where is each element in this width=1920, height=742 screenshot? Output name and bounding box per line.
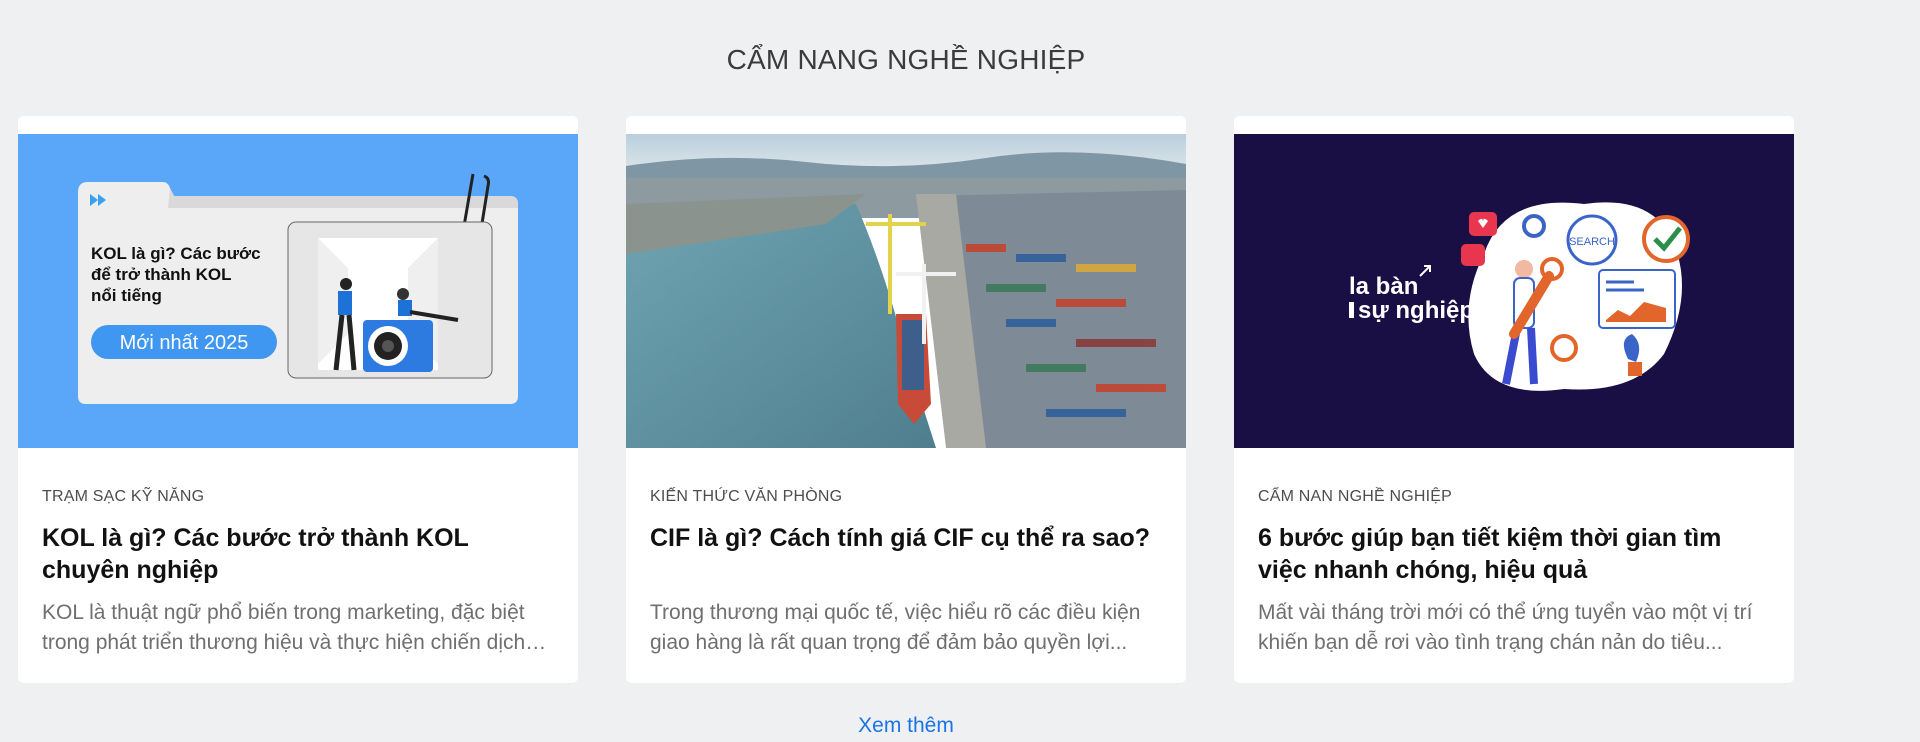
- article-card-kol[interactable]: KOL là gì? Các bước để trở thành KOL nổi…: [18, 116, 578, 683]
- article-category[interactable]: KIẾN THỨC VĂN PHÒNG: [650, 488, 1162, 506]
- article-excerpt: Mất vài tháng trời mới có thể ứng tuyển …: [1258, 601, 1753, 654]
- kol-illustration: KOL là gì? Các bước để trở thành KOL nổi…: [18, 134, 578, 448]
- search-label: SEARCH: [1569, 236, 1615, 248]
- article-thumbnail[interactable]: la bàn sự nghiệp SEARCH: [1234, 134, 1794, 448]
- article-category[interactable]: CẨM NAN NGHỀ NGHIỆP: [1258, 488, 1770, 506]
- article-excerpt: Trong thương mại quốc tế, việc hiểu rõ c…: [650, 601, 1141, 654]
- article-thumbnail[interactable]: [626, 134, 1186, 448]
- thumb-heading-line1: KOL là gì? Các bước: [91, 244, 261, 263]
- article-excerpt: KOL là thuật ngữ phổ biến trong marketin…: [42, 601, 526, 654]
- section-title: CẨM NANG NGHỀ NGHIỆP: [726, 44, 1086, 75]
- thumb-heading-line3: nổi tiếng: [91, 286, 162, 305]
- article-cards: KOL là gì? Các bước để trở thành KOL nổi…: [18, 116, 1794, 683]
- job-search-illustration: la bàn sự nghiệp SEARCH: [1234, 134, 1794, 448]
- article-category[interactable]: TRẠM SẠC KỸ NĂNG: [42, 488, 554, 506]
- thumb-heading-line2: để trở thành KOL: [91, 265, 232, 284]
- article-card-job-search[interactable]: la bàn sự nghiệp SEARCH CẨM NAN NGHỀ NGH…: [1234, 116, 1794, 683]
- article-card-cif[interactable]: KIẾN THỨC VĂN PHÒNG CIF là gì? Cách tính…: [626, 116, 1186, 683]
- port-photo: [626, 134, 1186, 448]
- article-thumbnail[interactable]: KOL là gì? Các bước để trở thành KOL nổi…: [18, 134, 578, 448]
- article-title[interactable]: CIF là gì? Cách tính giá CIF cụ thể ra s…: [650, 522, 1162, 586]
- article-title[interactable]: KOL là gì? Các bước trở thành KOL chuyên…: [42, 522, 554, 586]
- brand-line1: la bàn: [1349, 273, 1418, 300]
- brand-line2: sự nghiệp: [1358, 297, 1474, 324]
- article-title[interactable]: 6 bước giúp bạn tiết kiệm thời gian tìm …: [1258, 522, 1770, 586]
- see-more-link[interactable]: Xem thêm: [0, 714, 1812, 738]
- thumb-badge: Mới nhất 2025: [120, 332, 249, 354]
